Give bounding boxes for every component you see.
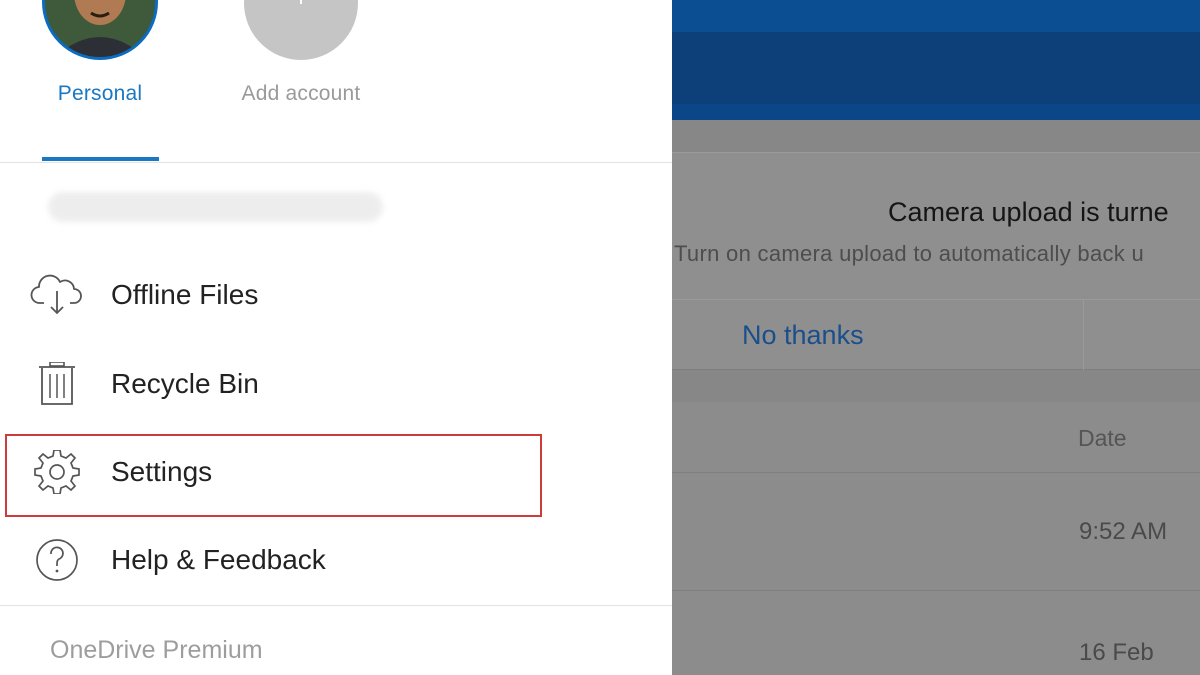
onedrive-premium-link[interactable]: OneDrive Premium: [50, 636, 263, 665]
divider: [672, 472, 1200, 473]
cloud-download-icon: [30, 273, 84, 317]
menu-item-label: Offline Files: [111, 279, 259, 310]
avatar[interactable]: [42, 0, 158, 60]
camera-upload-subtitle: Turn on camera upload to automatically b…: [674, 241, 1145, 266]
file-list: Date 9:52 AM 16 Feb: [672, 402, 1200, 675]
menu-item-recycle-bin[interactable]: Recycle Bin: [0, 344, 560, 424]
help-circle-icon: [30, 538, 84, 582]
camera-upload-card: Camera upload is turne Turn on camera up…: [672, 152, 1200, 370]
add-account-label[interactable]: Add account: [221, 82, 381, 106]
add-account-button[interactable]: [244, 0, 358, 60]
profile-photo: [45, 0, 155, 57]
account-email-redacted: [48, 192, 383, 222]
no-thanks-button[interactable]: No thanks: [742, 320, 864, 351]
date-column-header[interactable]: Date: [1078, 425, 1127, 452]
divider: [0, 162, 672, 163]
trash-icon: [30, 361, 84, 406]
account-label-personal[interactable]: Personal: [20, 82, 180, 106]
menu-item-help-feedback[interactable]: Help & Feedback: [0, 520, 560, 600]
divider: [1083, 300, 1084, 370]
main-content-overlay[interactable]: Camera upload is turne Turn on camera up…: [672, 0, 1200, 675]
app-bar: [672, 32, 1200, 104]
divider: [672, 590, 1200, 591]
divider: [0, 605, 672, 606]
file-date: 9:52 AM: [1079, 518, 1168, 545]
menu-item-label: Help & Feedback: [111, 544, 326, 575]
camera-upload-title: Camera upload is turne: [888, 197, 1169, 227]
navigation-drawer: Personal Add account Offline Files Recyc…: [0, 0, 672, 675]
app-bar: [672, 0, 1200, 32]
file-date: 16 Feb: [1079, 639, 1154, 666]
menu-item-label: Recycle Bin: [111, 368, 259, 399]
divider: [672, 299, 1200, 300]
selected-account-indicator: [42, 157, 159, 161]
settings-highlight-box: [5, 434, 542, 517]
menu-item-offline-files[interactable]: Offline Files: [0, 255, 560, 335]
app-bar: [672, 104, 1200, 120]
